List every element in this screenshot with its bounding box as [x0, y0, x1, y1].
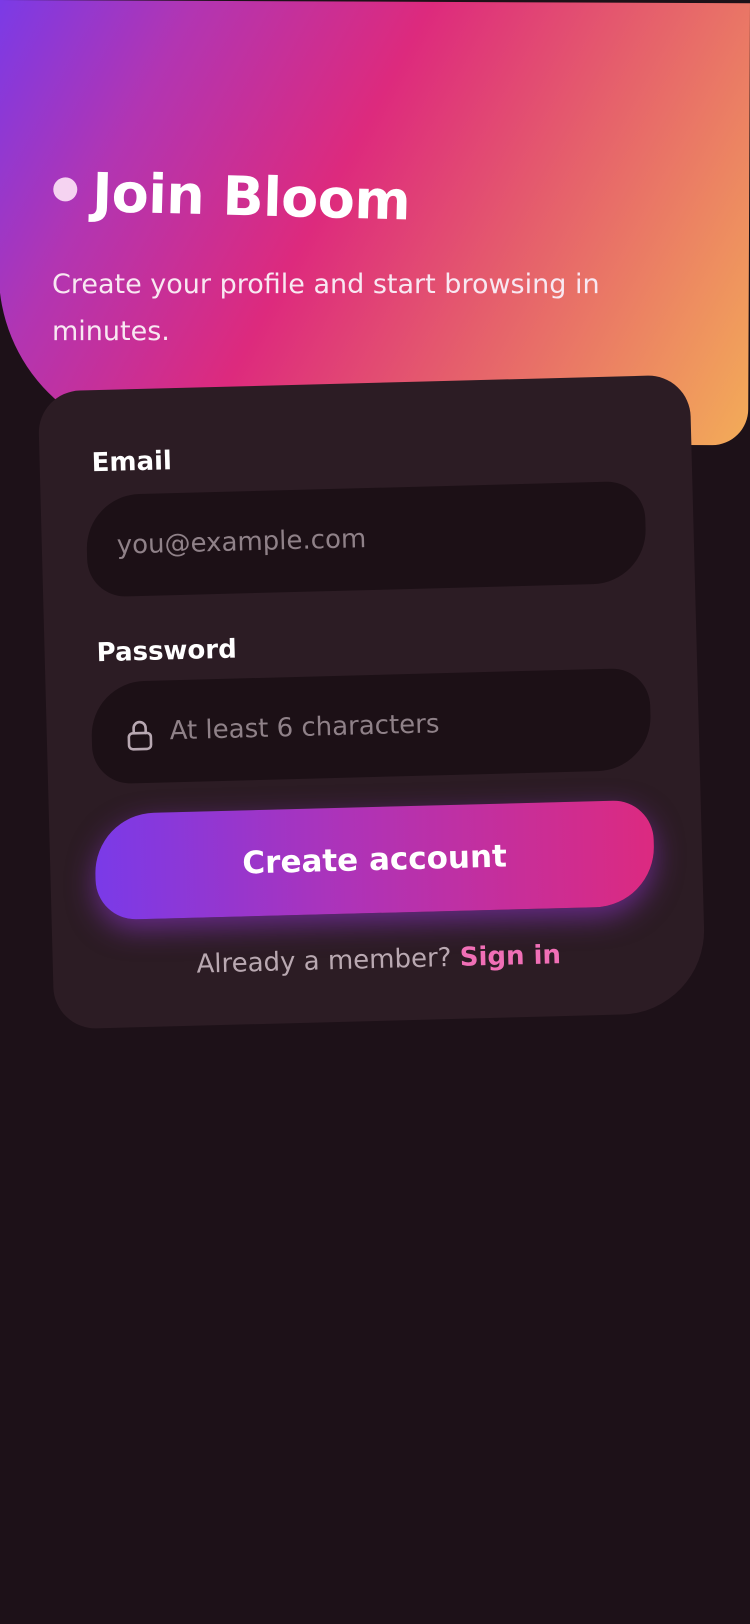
lock-icon [127, 720, 153, 751]
signin-link[interactable]: Sign in [459, 940, 561, 973]
email-field[interactable] [115, 482, 598, 597]
title-dot-icon [52, 177, 78, 202]
title-row: Join Bloom [49, 160, 651, 256]
create-account-button[interactable]: Create account [93, 799, 656, 921]
email-field-container[interactable] [85, 480, 647, 598]
page-title: Join Bloom [91, 161, 412, 233]
password-label: Password [96, 634, 238, 669]
password-field[interactable] [168, 668, 611, 783]
signin-row: Already a member? Sign in [52, 936, 705, 983]
signup-card: Email Password Create account Already a … [37, 374, 707, 1030]
password-field-container[interactable] [90, 667, 652, 785]
page-subtitle: Create your profile and start browsing i… [52, 269, 600, 347]
email-label: Email [91, 446, 173, 479]
signin-prompt: Already a member? [196, 943, 452, 980]
